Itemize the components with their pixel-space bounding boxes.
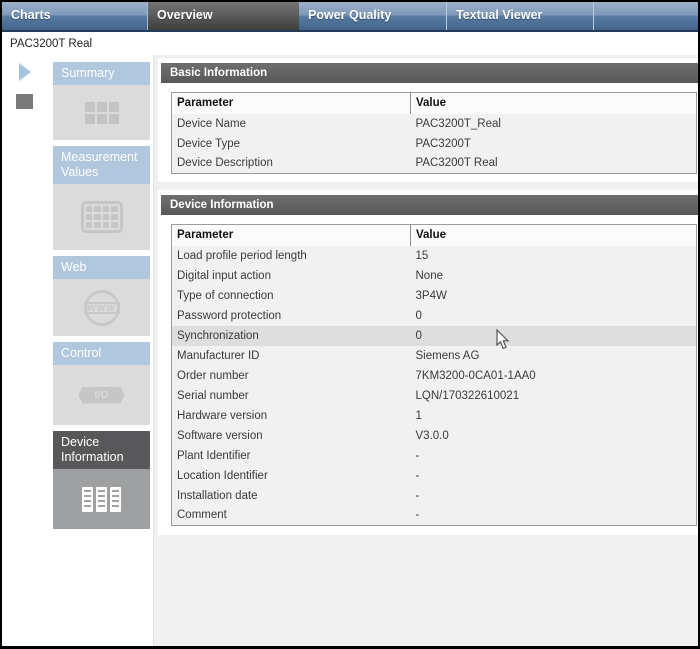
value-cell: - (410, 485, 697, 506)
parameter-cell: Device Type (171, 133, 411, 154)
io-control-icon: I/O (78, 386, 125, 404)
table-row[interactable]: Manufacturer ID Siemens AG (171, 345, 697, 366)
parameter-cell: Manufacturer ID (171, 345, 411, 366)
table-row[interactable]: Serial number LQN/170322610021 (171, 385, 697, 406)
table-header-row: Parameter Value (171, 224, 697, 246)
section-title: Basic Information (161, 63, 698, 83)
play-arrow-icon[interactable] (19, 63, 31, 81)
value-cell: - (410, 465, 697, 486)
value-cell: 3P4W (410, 285, 697, 306)
tab-bar: Charts Overview Power Quality Textual Viewe… (2, 2, 698, 32)
sidebar-item-label: Web (53, 256, 150, 279)
sidebar-item-label: Measurement Values (53, 146, 150, 184)
parameter-cell: Order number (171, 365, 411, 386)
table-row[interactable]: Type of connection 3P4W (171, 285, 697, 306)
value-cell: 7KM3200-0CA01-1AA0 (410, 365, 697, 386)
table-row[interactable]: Device Type PAC3200T (171, 133, 697, 154)
parameter-cell: Device Description (171, 153, 411, 174)
table-row[interactable]: Password protection 0 (171, 305, 697, 326)
parameter-cell: Type of connection (171, 285, 411, 306)
value-cell: 0 (410, 305, 697, 326)
tab-textual-viewer[interactable]: Textual Viewer (447, 2, 594, 30)
table-row[interactable]: Device Description PAC3200T Real (171, 153, 697, 174)
sidebar-item-label: Device Information (53, 431, 150, 469)
parameter-cell: Comment (171, 505, 411, 526)
value-cell: None (410, 265, 697, 286)
sidebar-item-web[interactable]: Web WWW (53, 256, 150, 336)
table-row[interactable]: Installation date - (171, 485, 697, 506)
table-row[interactable]: Order number 7KM3200-0CA01-1AA0 (171, 365, 697, 386)
device-information-section: Device Information Parameter Value Load pro… (158, 190, 698, 535)
value-cell: V3.0.0 (410, 425, 697, 446)
parameter-cell: Digital input action (171, 265, 411, 286)
value-cell: PAC3200T Real (410, 153, 697, 174)
section-title: Device Information (161, 195, 698, 215)
table-header-row: Parameter Value (171, 92, 697, 114)
parameter-cell: Location Identifier (171, 465, 411, 486)
column-header-parameter: Parameter (171, 92, 411, 114)
sidebar-item-measurement-values[interactable]: Measurement Values (53, 146, 150, 250)
tab-overview[interactable]: Overview (148, 2, 299, 30)
app-window: Charts Overview Power Quality Textual Viewe… (0, 0, 700, 649)
sidebar-item-control[interactable]: Control I/O (53, 342, 150, 425)
table-row[interactable]: Synchronization 0 (171, 325, 697, 346)
column-header-parameter: Parameter (171, 224, 411, 246)
sidebar-item-summary[interactable]: Summary (53, 62, 150, 140)
tab-charts[interactable]: Charts (2, 2, 148, 30)
device-docs-icon (82, 486, 121, 512)
value-cell: PAC3200T_Real (410, 113, 697, 134)
sidebar-item-label: Control (53, 342, 150, 365)
main-panel: Basic Information Parameter Value Device Na… (153, 55, 698, 646)
value-cell: PAC3200T (410, 133, 697, 154)
value-cell: - (410, 445, 697, 466)
sidebar: Summary Measurement Values Web WWW Control I/… (53, 62, 150, 535)
sidebar-item-device-information[interactable]: Device Information (53, 431, 150, 529)
www-globe-icon: WWW (83, 289, 120, 326)
table-row[interactable]: Software version V3.0.0 (171, 425, 697, 446)
value-cell: 0 (410, 325, 697, 346)
device-label: PAC3200T Real (10, 38, 93, 50)
parameter-cell: Load profile period length (171, 245, 411, 266)
parameter-cell: Software version (171, 425, 411, 446)
parameter-cell: Password protection (171, 305, 411, 326)
parameter-cell: Serial number (171, 385, 411, 406)
parameter-cell: Installation date (171, 485, 411, 506)
parameter-cell: Synchronization (171, 325, 411, 346)
measurement-table-icon (80, 201, 123, 233)
value-cell: 15 (410, 245, 697, 266)
table-row[interactable]: Load profile period length 15 (171, 245, 697, 266)
summary-grid-icon (84, 101, 119, 124)
parameter-table: Parameter Value Device Name PAC3200T_Real De… (171, 92, 697, 174)
tab-power-quality[interactable]: Power Quality (299, 2, 447, 30)
parameter-cell: Hardware version (171, 405, 411, 426)
parameter-table: Parameter Value Load profile period length… (171, 224, 697, 526)
basic-information-section: Basic Information Parameter Value Device Na… (158, 58, 698, 182)
column-header-value: Value (410, 224, 697, 246)
parameter-cell: Device Name (171, 113, 411, 134)
table-row[interactable]: Location Identifier - (171, 465, 697, 486)
value-cell: LQN/170322610021 (410, 385, 697, 406)
value-cell: Siemens AG (410, 345, 697, 366)
table-row[interactable]: Device Name PAC3200T_Real (171, 113, 697, 134)
value-cell: 1 (410, 405, 697, 426)
value-cell: - (410, 505, 697, 526)
table-row[interactable]: Plant Identifier - (171, 445, 697, 466)
stop-square-icon[interactable] (16, 94, 33, 109)
table-row[interactable]: Hardware version 1 (171, 405, 697, 426)
sidebar-item-label: Summary (53, 62, 150, 85)
table-row[interactable]: Digital input action None (171, 265, 697, 286)
table-row[interactable]: Comment - (171, 505, 697, 526)
column-header-value: Value (410, 92, 697, 114)
parameter-cell: Plant Identifier (171, 445, 411, 466)
